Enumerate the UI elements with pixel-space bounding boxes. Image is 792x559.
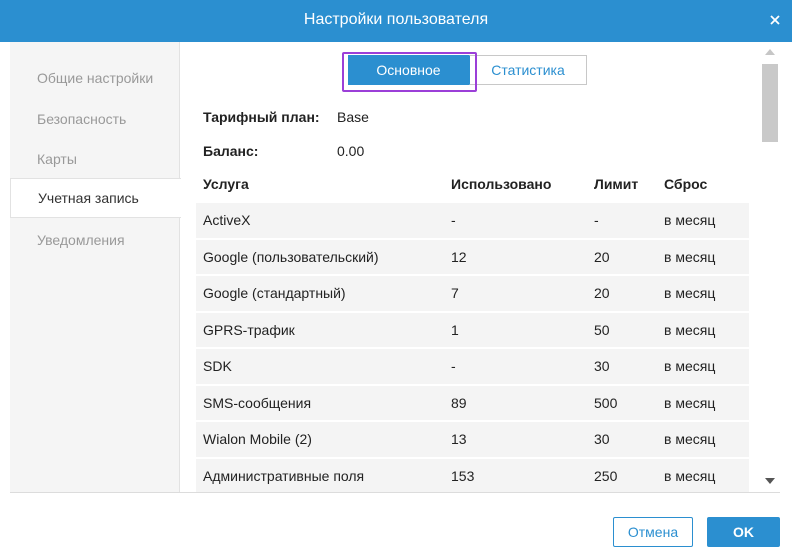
dialog-title: Настройки пользователя (303, 11, 489, 28)
used-cell: 153 (451, 456, 594, 492)
settings-sidebar: Общие настройки Безопасность Карты Учетн… (10, 42, 181, 492)
sidebar-item-security[interactable]: Безопасность (10, 99, 180, 139)
limit-cell: 20 (594, 274, 664, 312)
table-row: Google (пользовательский) 12 20 в месяц (196, 237, 749, 275)
limit-cell: 30 (594, 420, 664, 458)
limit-cell: 500 (594, 383, 664, 421)
column-header-reset: Сброс (664, 167, 749, 202)
balance-value: 0.00 (337, 143, 365, 159)
tab-bar: Основное Статистика (348, 55, 587, 85)
plan-label: Тарифный план: (203, 109, 320, 125)
used-cell: - (451, 201, 594, 239)
used-cell: 89 (451, 383, 594, 421)
limit-cell: 30 (594, 347, 664, 385)
reset-cell: в месяц (664, 274, 749, 312)
table-row: Wialon Mobile (2) 13 30 в месяц (196, 420, 749, 458)
tab-main[interactable]: Основное (348, 55, 469, 85)
reset-cell: в месяц (664, 383, 749, 421)
service-cell: ActiveX (196, 201, 451, 239)
used-cell: 13 (451, 420, 594, 458)
ok-button[interactable]: OK (707, 517, 780, 547)
sidebar-item-maps[interactable]: Карты (10, 139, 180, 179)
arrow-up-icon[interactable] (765, 49, 775, 55)
limit-cell: 50 (594, 310, 664, 348)
used-cell: 1 (451, 310, 594, 348)
table-header-row: Услуга Использовано Лимит Сброс (196, 167, 749, 202)
table-row: Google (стандартный) 7 20 в месяц (196, 274, 749, 312)
service-cell: GPRS-трафик (196, 310, 451, 348)
close-icon[interactable] (768, 13, 782, 27)
reset-cell: в месяц (664, 347, 749, 385)
service-cell: Административные поля (196, 456, 451, 492)
limit-cell: - (594, 201, 664, 239)
sidebar-item-notifications[interactable]: Уведомления (10, 220, 180, 260)
table-row: Административные поля 153 250 в месяц (196, 456, 749, 492)
services-table: Услуга Использовано Лимит Сброс ActiveX … (196, 167, 749, 492)
sidebar-item-account[interactable]: Учетная запись (10, 178, 181, 218)
limit-cell: 250 (594, 456, 664, 492)
plan-value: Base (337, 109, 369, 125)
service-cell: Google (стандартный) (196, 274, 451, 312)
limit-cell: 20 (594, 237, 664, 275)
service-cell: Google (пользовательский) (196, 237, 451, 275)
service-cell: Wialon Mobile (2) (196, 420, 451, 458)
used-cell: 12 (451, 237, 594, 275)
reset-cell: в месяц (664, 237, 749, 275)
used-cell: - (451, 347, 594, 385)
reset-cell: в месяц (664, 310, 749, 348)
table-row: SMS-сообщения 89 500 в месяц (196, 383, 749, 421)
table-row: SDK - 30 в месяц (196, 347, 749, 385)
table-row: ActiveX - - в месяц (196, 201, 749, 239)
service-cell: SDK (196, 347, 451, 385)
table-row: GPRS-трафик 1 50 в месяц (196, 310, 749, 348)
balance-label: Баланс: (203, 143, 259, 159)
vertical-scrollbar[interactable] (760, 42, 780, 492)
footer-divider (10, 492, 780, 493)
column-header-limit: Лимит (594, 167, 664, 202)
column-header-used: Использовано (451, 167, 594, 202)
reset-cell: в месяц (664, 420, 749, 458)
reset-cell: в месяц (664, 456, 749, 492)
reset-cell: в месяц (664, 201, 749, 239)
used-cell: 7 (451, 274, 594, 312)
arrow-down-icon[interactable] (765, 478, 775, 484)
services-table-container: Услуга Использовано Лимит Сброс ActiveX … (196, 167, 749, 492)
sidebar-item-general-settings[interactable]: Общие настройки (10, 58, 180, 98)
column-header-service: Услуга (196, 167, 451, 202)
service-cell: SMS-сообщения (196, 383, 451, 421)
dialog-titlebar: Настройки пользователя (0, 0, 792, 42)
tab-statistics[interactable]: Статистика (469, 55, 587, 85)
scrollbar-thumb[interactable] (762, 64, 778, 142)
cancel-button[interactable]: Отмена (613, 517, 693, 547)
